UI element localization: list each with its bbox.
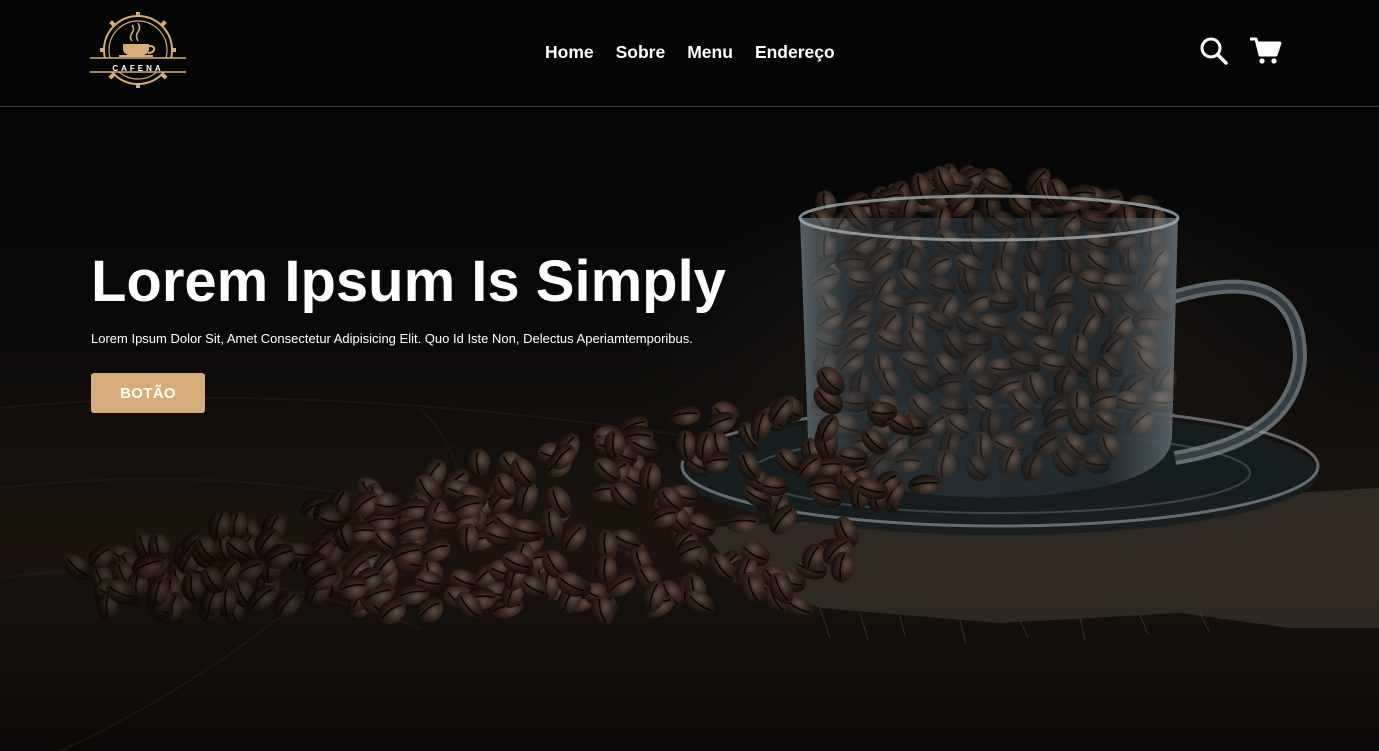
main-nav: Home Sobre Menu Endereço (545, 40, 835, 64)
coffee-cup-badge-icon (90, 12, 186, 88)
nav-item-home[interactable]: Home (545, 40, 594, 64)
cart-button[interactable] (1249, 35, 1282, 67)
hero-cta-button[interactable]: BOTÃO (91, 373, 205, 413)
search-icon (1200, 37, 1228, 65)
hero-section: Lorem Ipsum Is Simply Lorem Ipsum Dolor … (0, 108, 1379, 751)
hero-title: Lorem Ipsum Is Simply (91, 249, 726, 314)
site-header: CAFENA Home Sobre Menu Endereço (0, 0, 1379, 107)
nav-item-endereco[interactable]: Endereço (755, 40, 835, 64)
cafena-logo[interactable]: CAFENA (90, 11, 186, 89)
shopping-cart-icon (1249, 37, 1282, 64)
nav-item-menu[interactable]: Menu (687, 40, 733, 64)
logo-text: CAFENA (112, 64, 164, 73)
coffee-beans-in-glass-cup-photo (0, 108, 1379, 751)
nav-item-sobre[interactable]: Sobre (616, 40, 666, 64)
landing-page: CAFENA Home Sobre Menu Endereço Lorem Ip… (0, 0, 1379, 751)
search-button[interactable] (1198, 35, 1230, 67)
hero-subtitle: Lorem Ipsum Dolor Sit, Amet Consectetur … (91, 331, 693, 346)
